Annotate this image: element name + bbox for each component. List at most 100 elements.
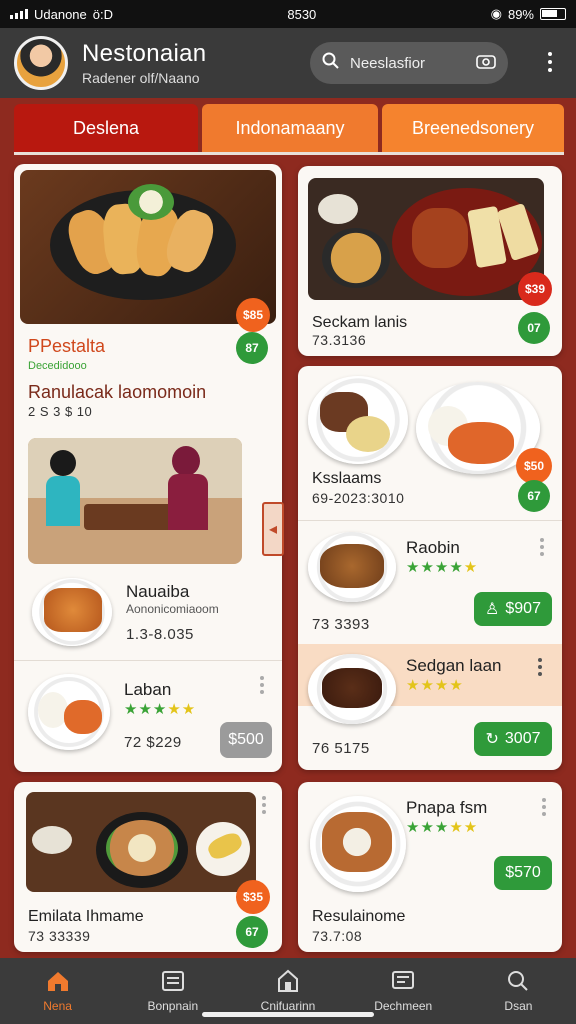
more-options-icon[interactable] [262,796,266,814]
meat-dish [322,668,382,708]
wifi-icon: ◉ [490,6,502,21]
brand: Nestonaian Radener olf/Naano [82,40,206,86]
nav-label: Dsan [504,999,533,1013]
store-icon [275,969,301,993]
nav-label: Bonpnain [147,999,199,1013]
card-title: Emilata Ihmame [28,908,144,925]
noodles [64,700,102,734]
price-badge: $50 [516,448,552,484]
cart-icon: ♙ [485,601,500,618]
right-bottom-card[interactable]: Pnapa fsm ★★★★★ $570 Resulainome 73.7:08 [298,782,562,952]
divider [298,520,562,521]
price-label: $907 [505,600,541,617]
card-meta: 2 S 3 $ 10 [28,404,93,419]
card-meta: 73.3136 [312,332,367,348]
rice [38,692,68,728]
left-bottom-card[interactable]: $35 67 Emilata Ihmame 73 33339 [14,782,282,952]
item-meta: 72 $229 [124,734,182,751]
rating-stars: ★★★★★ [406,559,479,576]
item-subtitle: Aononicomiaoom [126,602,219,616]
count-badge: 67 [236,916,268,948]
more-options-icon[interactable] [548,52,552,72]
food-photo [26,792,256,892]
food-photo [20,170,276,324]
home-indicator [202,1012,374,1017]
card-subtag: Decedidooo [28,360,87,372]
camera-icon[interactable] [476,53,496,73]
search-user-icon [505,969,531,993]
category-tabs: Deslena Indonamaany Breenedsonery [14,104,564,154]
nav-home[interactable]: Nena [0,958,115,1024]
count-badge: 07 [518,312,550,344]
battery-icon [540,8,566,20]
price-button[interactable]: $570 [494,856,552,890]
noodles [448,422,514,464]
avatar[interactable] [14,36,68,90]
count-badge: 67 [518,480,550,512]
carrier-label: Udanone [34,6,87,22]
item-title: Sedgan laan [406,656,502,675]
add-to-cart-button[interactable]: ↻ 3007 [474,722,552,756]
app-name: Nestonaian [82,40,207,67]
meat-dish [320,544,384,588]
add-to-cart-button[interactable]: ♙ $907 [474,592,552,626]
more-options-icon[interactable] [538,658,542,676]
search-value: Neeslasfior [350,54,426,72]
rating-stars: ★★★★★ [406,819,479,836]
item-meta: 73 3393 [312,616,370,633]
card-title: Ranulacak laomomoin [28,382,207,402]
card-subtitle: Resulainome [312,908,406,925]
nav-label: Cnifuarinn [260,999,316,1013]
price-label: 3007 [504,730,541,747]
battery-percent: 89% [507,6,534,22]
rating-stars: ★★★★ [406,677,464,694]
tab-underline [14,152,564,155]
price-badge: $39 [518,272,552,306]
more-options-icon[interactable] [540,538,544,556]
rating-stars: ★★★★★ [124,701,197,718]
clock: 8530 [287,6,317,22]
side-dish [346,416,390,452]
tab-breenedsonery[interactable]: Breenedsonery [382,104,564,152]
card-tag: PPestalta [28,336,106,356]
left-feature-card[interactable]: $85 87 PPestalta Decedidooo Ranulacak la… [14,164,282,772]
item-meta: 1.3-8.035 [126,626,194,643]
search-icon [322,52,340,74]
nav-label: Nena [43,999,72,1013]
right-feature-card[interactable]: $50 67 Ksslaams 69-2023:3010 Raobin ★★★★… [298,366,562,770]
count-badge: 87 [236,332,268,364]
item-title: Nauaiba [126,582,190,601]
signal-text: ö:D [92,6,114,22]
search-input[interactable]: Neeslasfior [310,42,508,84]
scroll-arrow-icon[interactable]: ◂ [262,502,284,556]
home-icon [45,969,71,993]
receipt-icon [390,969,416,993]
status-bar: Udanone ö:D 8530 ◉ 89% [0,0,576,28]
card-meta: 69-2023:3010 [312,490,405,506]
signal-icon [10,9,28,19]
card-title: Pnapa fsm [406,798,488,817]
item-title: Laban [124,680,172,699]
nav-search-user[interactable]: Dsan [461,958,576,1024]
divider [14,660,282,661]
item-title: Raobin [406,538,460,557]
food-photo [308,178,544,300]
price-label: $570 [505,864,541,881]
card-meta: 73.7:08 [312,928,363,944]
price-badge: $85 [236,298,270,332]
more-options-icon[interactable] [260,676,264,694]
price-badge: $35 [236,880,270,914]
price-button[interactable]: $500 [220,722,272,758]
tab-deslena[interactable]: Deslena [14,104,198,152]
more-options-icon[interactable] [542,798,546,816]
app-subtitle: Radener olf/Naano [82,70,200,86]
nav-label: Dechmeen [374,999,433,1013]
right-top-card[interactable]: $39 07 Seckam lanis 73.3136 [298,166,562,356]
tab-indonamaany[interactable]: Indonamaany [202,104,378,152]
restaurant-photo [28,438,242,564]
card-title: Ksslaams [312,470,382,487]
app-header: Nestonaian Radener olf/Naano Neeslasfior [0,28,576,98]
card-meta: 73 33339 [28,928,91,944]
card-title: Seckam lanis [312,314,408,331]
refresh-icon: ↻ [485,731,499,748]
